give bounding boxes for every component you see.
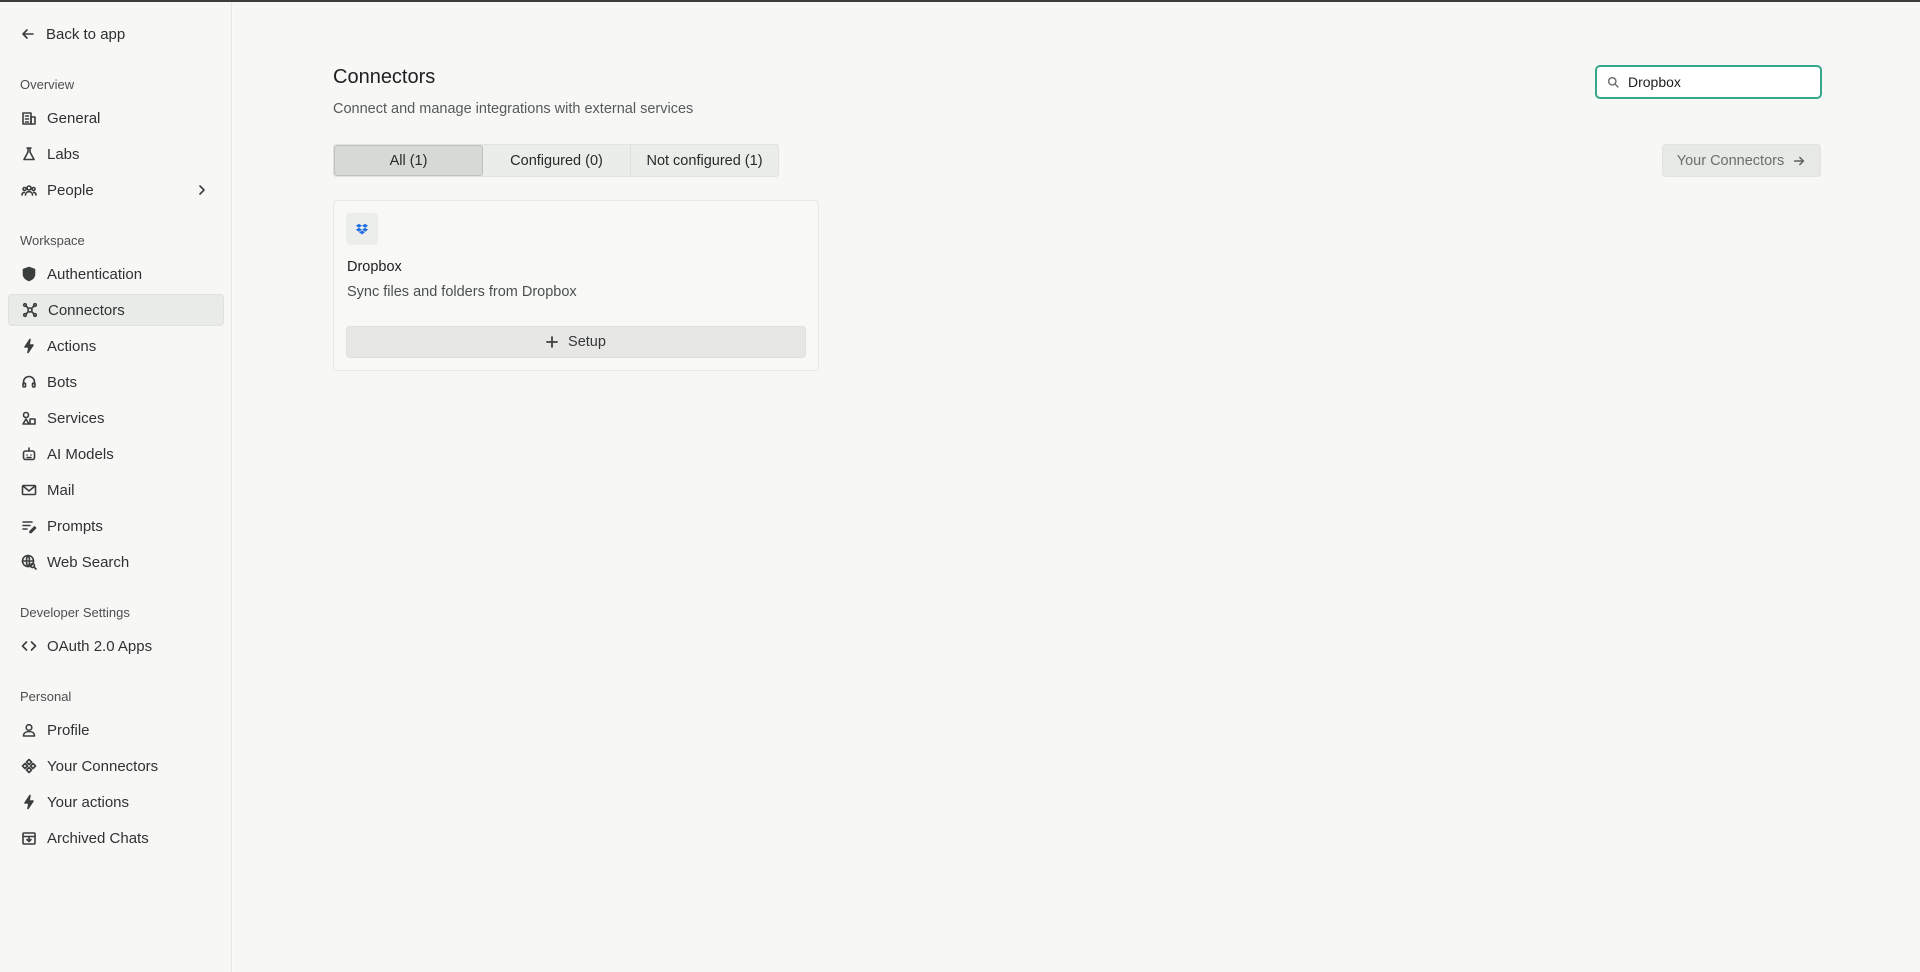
search-field[interactable] bbox=[1595, 65, 1822, 99]
sidebar-item-label: Profile bbox=[47, 721, 90, 739]
section-label-personal: Personal bbox=[20, 689, 72, 704]
section-label-workspace: Workspace bbox=[20, 233, 85, 248]
sidebar-item-labs[interactable]: Labs bbox=[8, 138, 224, 170]
tab-configured[interactable]: Configured (0) bbox=[483, 145, 631, 176]
connector-card-dropbox: Dropbox Sync files and folders from Drop… bbox=[333, 200, 819, 371]
sidebar-item-mail[interactable]: Mail bbox=[8, 474, 224, 506]
sidebar-item-profile[interactable]: Profile bbox=[8, 714, 224, 746]
sidebar-item-archived-chats[interactable]: Archived Chats bbox=[8, 822, 224, 854]
card-description: Sync files and folders from Dropbox bbox=[347, 284, 577, 300]
sidebar-item-label: Actions bbox=[47, 337, 97, 355]
search-input[interactable] bbox=[1628, 74, 1808, 90]
building-icon bbox=[21, 110, 37, 126]
arrow-left-icon bbox=[20, 26, 36, 42]
sidebar-item-general[interactable]: General bbox=[8, 102, 224, 134]
sidebar-item-label: Authentication bbox=[47, 265, 143, 283]
sidebar-item-your-actions[interactable]: Your actions bbox=[8, 786, 224, 818]
search-icon bbox=[1607, 76, 1619, 88]
shield-icon bbox=[21, 266, 37, 282]
diamond-grid-icon bbox=[21, 758, 37, 774]
sidebar-item-authentication[interactable]: Authentication bbox=[8, 258, 224, 290]
code-icon bbox=[21, 638, 37, 654]
sidebar-item-actions[interactable]: Actions bbox=[8, 330, 224, 362]
sidebar-item-label: Labs bbox=[47, 145, 80, 163]
back-to-app-link[interactable]: Back to app bbox=[20, 22, 125, 46]
plus-icon bbox=[546, 336, 558, 348]
headset-icon bbox=[21, 374, 37, 390]
sidebar-item-people[interactable]: People bbox=[8, 174, 224, 206]
main-content: Connectors Connect and manage integratio… bbox=[233, 2, 1920, 972]
lightning-icon bbox=[21, 794, 37, 810]
connector-filter-tabs: All (1) Configured (0) Not configured (1… bbox=[333, 144, 779, 177]
chevron-right-icon bbox=[194, 182, 210, 198]
arrow-right-icon bbox=[1794, 156, 1805, 165]
sidebar-item-label: General bbox=[47, 109, 101, 127]
card-title: Dropbox bbox=[347, 259, 402, 275]
sidebar-item-label: Archived Chats bbox=[47, 829, 149, 847]
globe-search-icon bbox=[21, 554, 37, 570]
sidebar-item-label: Your actions bbox=[47, 793, 130, 811]
sidebar-item-label: Prompts bbox=[47, 517, 103, 535]
tab-not-configured[interactable]: Not configured (1) bbox=[631, 145, 778, 176]
sidebar-item-label: AI Models bbox=[47, 445, 114, 463]
setup-button-label: Setup bbox=[568, 334, 606, 350]
your-connectors-button[interactable]: Your Connectors bbox=[1662, 144, 1821, 177]
sidebar-item-label: Web Search bbox=[47, 553, 130, 571]
sidebar-item-label: Your Connectors bbox=[47, 757, 159, 775]
sidebar-item-services[interactable]: Services bbox=[8, 402, 224, 434]
robot-icon bbox=[21, 446, 37, 462]
page-subtitle: Connect and manage integrations with ext… bbox=[333, 101, 694, 117]
settings-sidebar: Back to app Overview General Labs People… bbox=[0, 2, 232, 972]
sidebar-item-bots[interactable]: Bots bbox=[8, 366, 224, 398]
list-edit-icon bbox=[21, 518, 37, 534]
sidebar-item-label: Bots bbox=[47, 373, 78, 391]
sidebar-item-oauth-apps[interactable]: OAuth 2.0 Apps bbox=[8, 630, 224, 662]
sidebar-item-your-connectors[interactable]: Your Connectors bbox=[8, 750, 224, 782]
shapes-icon bbox=[21, 410, 37, 426]
lightning-icon bbox=[21, 338, 37, 354]
user-icon bbox=[21, 722, 37, 738]
sidebar-item-web-search[interactable]: Web Search bbox=[8, 546, 224, 578]
mail-icon bbox=[21, 482, 37, 498]
sidebar-item-ai-models[interactable]: AI Models bbox=[8, 438, 224, 470]
tab-all[interactable]: All (1) bbox=[334, 145, 483, 176]
network-nodes-icon bbox=[22, 302, 38, 318]
archive-icon bbox=[21, 830, 37, 846]
sidebar-item-label: OAuth 2.0 Apps bbox=[47, 637, 153, 655]
page-title: Connectors bbox=[333, 66, 436, 88]
setup-button[interactable]: Setup bbox=[346, 326, 806, 358]
section-label-overview: Overview bbox=[20, 77, 75, 92]
sidebar-item-label: People bbox=[47, 181, 94, 199]
section-label-developer-settings: Developer Settings bbox=[20, 605, 130, 620]
sidebar-item-label: Mail bbox=[47, 481, 75, 499]
back-to-app-label: Back to app bbox=[46, 25, 126, 43]
flask-icon bbox=[21, 146, 37, 162]
your-connectors-button-label: Your Connectors bbox=[1676, 152, 1785, 169]
sidebar-item-label: Services bbox=[47, 409, 105, 427]
dropbox-icon bbox=[346, 213, 378, 245]
sidebar-item-prompts[interactable]: Prompts bbox=[8, 510, 224, 542]
sidebar-item-label: Connectors bbox=[48, 301, 125, 319]
users-icon bbox=[21, 182, 37, 198]
sidebar-item-connectors[interactable]: Connectors bbox=[8, 294, 224, 326]
